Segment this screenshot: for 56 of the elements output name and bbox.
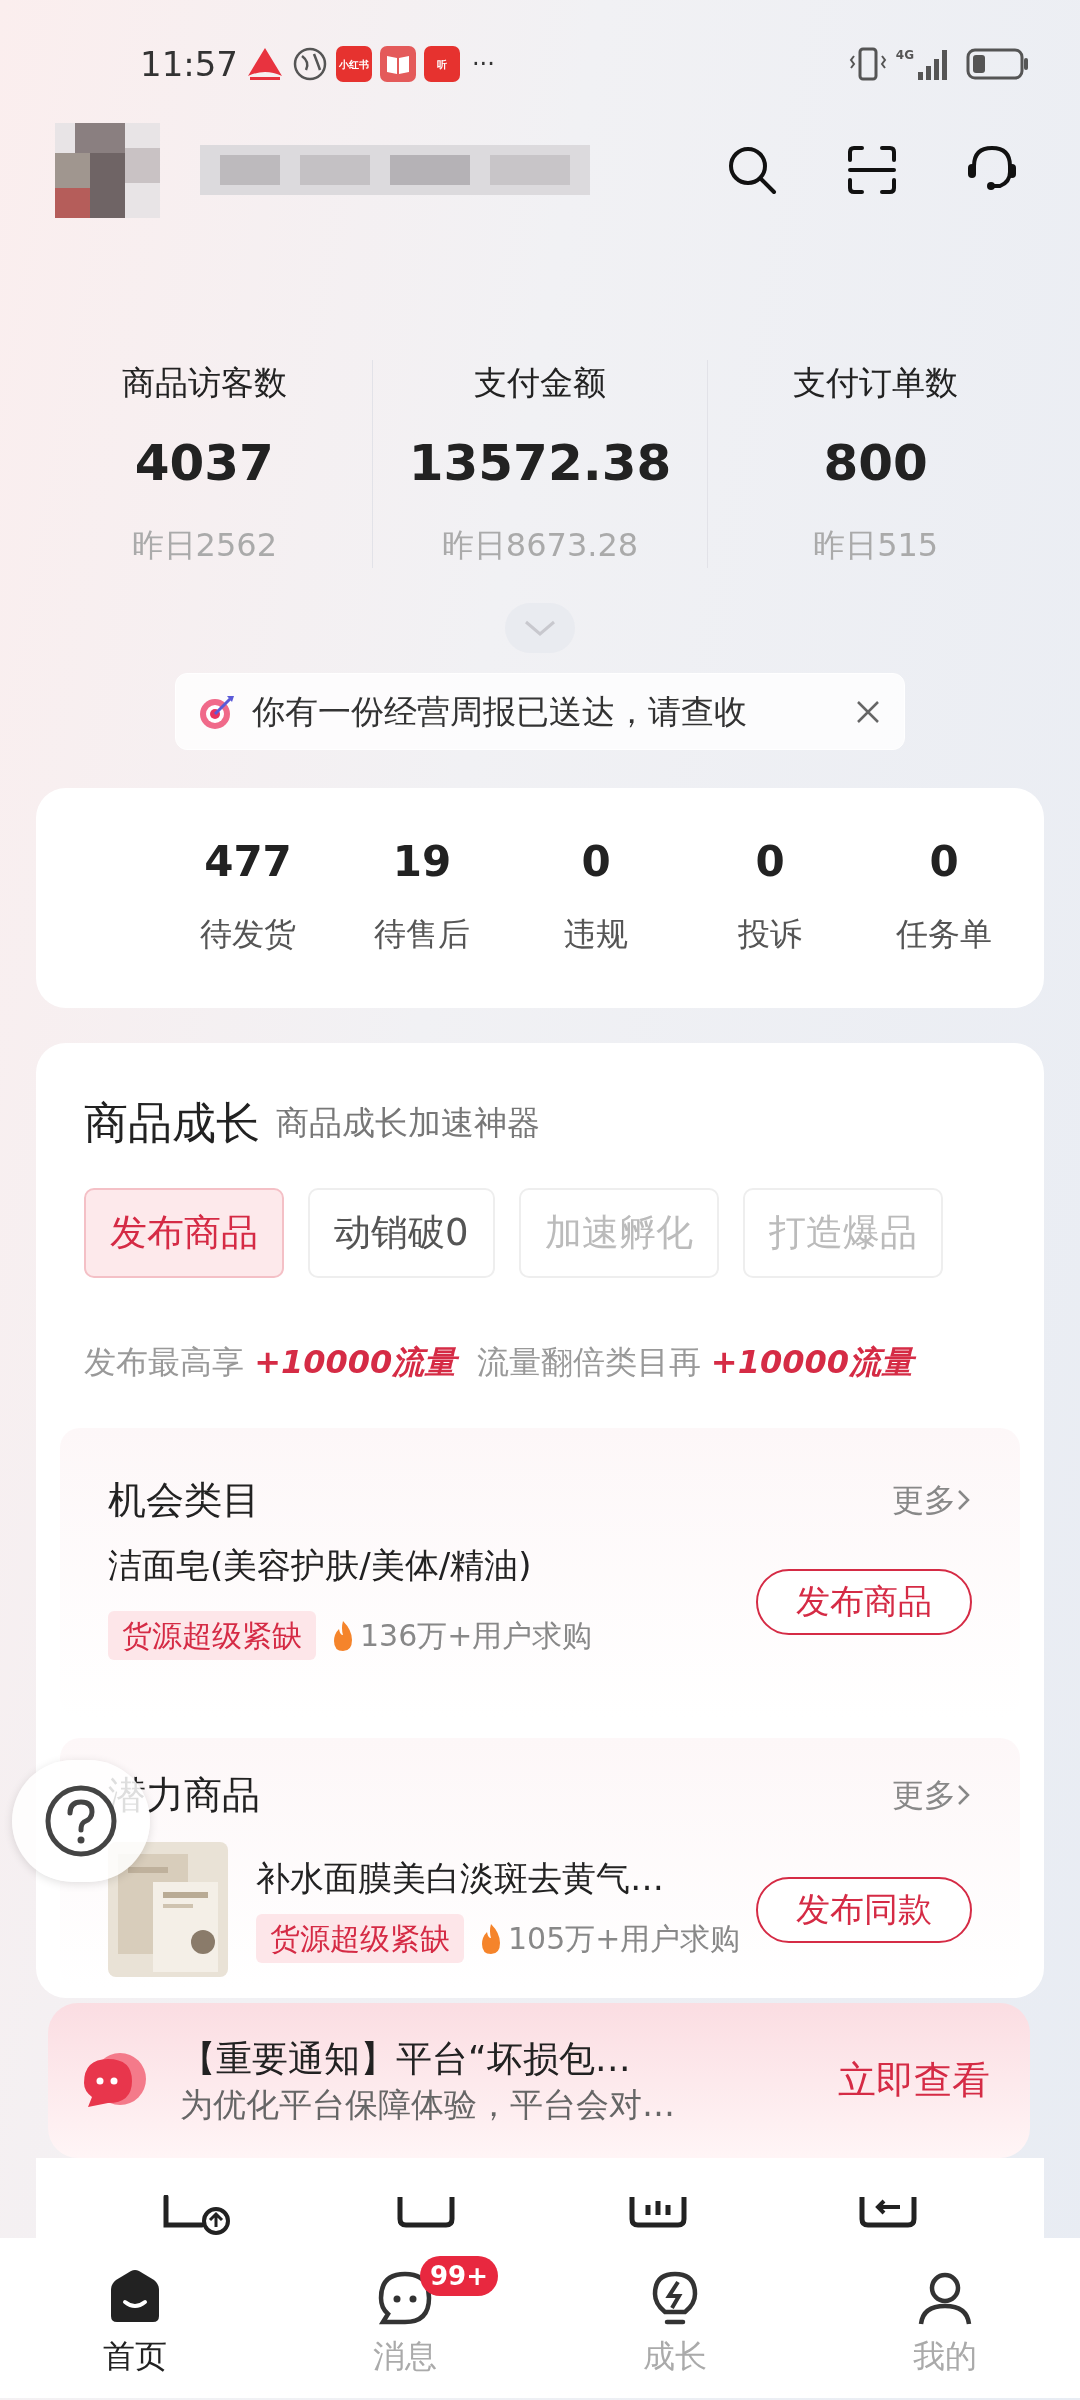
battery-icon: [966, 46, 1030, 82]
stat-yesterday: 昨日2562: [130, 525, 279, 566]
section-title: 机会类目: [108, 1478, 260, 1522]
app-icon: 小红书: [336, 46, 372, 82]
stat-label: 商品访客数: [120, 362, 288, 404]
count-value: 477: [203, 836, 293, 888]
banner-title: 【重要通知】平台“坏损包…: [180, 2036, 632, 2081]
promo-text: 发布最高享 +10000流量 流量翻倍类目再 +10000流量: [84, 1340, 996, 1385]
publish-button[interactable]: 发布商品: [756, 1568, 972, 1635]
demand-text: 105万+用户求购: [508, 1920, 741, 1958]
stat-yesterday: 昨日515: [812, 525, 940, 566]
nav-tab[interactable]: 成长: [540, 2238, 810, 2398]
item-name: 洁面皂(美容护肤/美体/精油): [108, 1544, 533, 1587]
section-title: 商品成长: [84, 1096, 260, 1150]
demand-text: 136万+用户求购: [360, 1617, 593, 1655]
stat-value: 13572.38: [407, 433, 673, 494]
status-time: 11:57: [140, 42, 238, 86]
count-value: 0: [754, 836, 786, 888]
count-label: 投诉: [737, 914, 803, 955]
more-icon: ···: [472, 46, 495, 82]
more-link[interactable]: 更多: [892, 1771, 972, 1819]
stat-value: 4037: [133, 433, 275, 494]
count-label: 待发货: [199, 914, 297, 955]
notice-text: 你有一份经营周报已送达，请查收: [252, 690, 748, 733]
count-label: 违规: [563, 914, 629, 955]
stat-label: 支付订单数: [792, 362, 960, 404]
count-badge: 99+: [420, 2256, 498, 2296]
app-icon: 听: [424, 46, 460, 82]
shortage-tag: 货源超级紧缺: [108, 1611, 316, 1660]
item-name: 补水面膜美白淡斑去黄气…: [256, 1857, 665, 1900]
stat-label: 支付金额: [473, 362, 607, 404]
count-label: 待售后: [373, 914, 471, 955]
network-label: 4G: [895, 47, 914, 64]
mountain-logo-icon: [246, 46, 284, 82]
more-link[interactable]: 更多: [892, 1476, 972, 1524]
count-value: 0: [580, 836, 612, 888]
count-label: 任务单: [895, 914, 993, 955]
nav-tab[interactable]: 我的: [810, 2238, 1080, 2398]
shortage-tag: 货源超级紧缺: [256, 1914, 464, 1963]
banner-text: 为优化平台保障体验，平台会对…: [180, 2083, 676, 2126]
section-subtitle: 商品成长加速神器: [276, 1102, 540, 1145]
tab[interactable]: 动销破0: [308, 1188, 495, 1278]
tab[interactable]: 发布商品: [84, 1188, 284, 1278]
book-icon: [380, 46, 416, 82]
chevron-down-icon: [523, 618, 557, 638]
nav-tab[interactable]: 首页: [0, 2238, 270, 2398]
nav-tab[interactable]: 消息 99+: [270, 2238, 540, 2398]
view-now-button[interactable]: 立即查看: [838, 2052, 990, 2109]
stat-value: 800: [822, 433, 929, 494]
stat-yesterday: 昨日8673.28: [440, 525, 640, 566]
section-title: 潜力商品: [108, 1773, 260, 1817]
publish-button[interactable]: 发布同款: [756, 1876, 972, 1943]
tool-icon[interactable]: [162, 2195, 232, 2235]
count-value: 0: [928, 836, 960, 888]
count-value: 19: [391, 836, 453, 888]
globe-icon: [292, 46, 328, 82]
